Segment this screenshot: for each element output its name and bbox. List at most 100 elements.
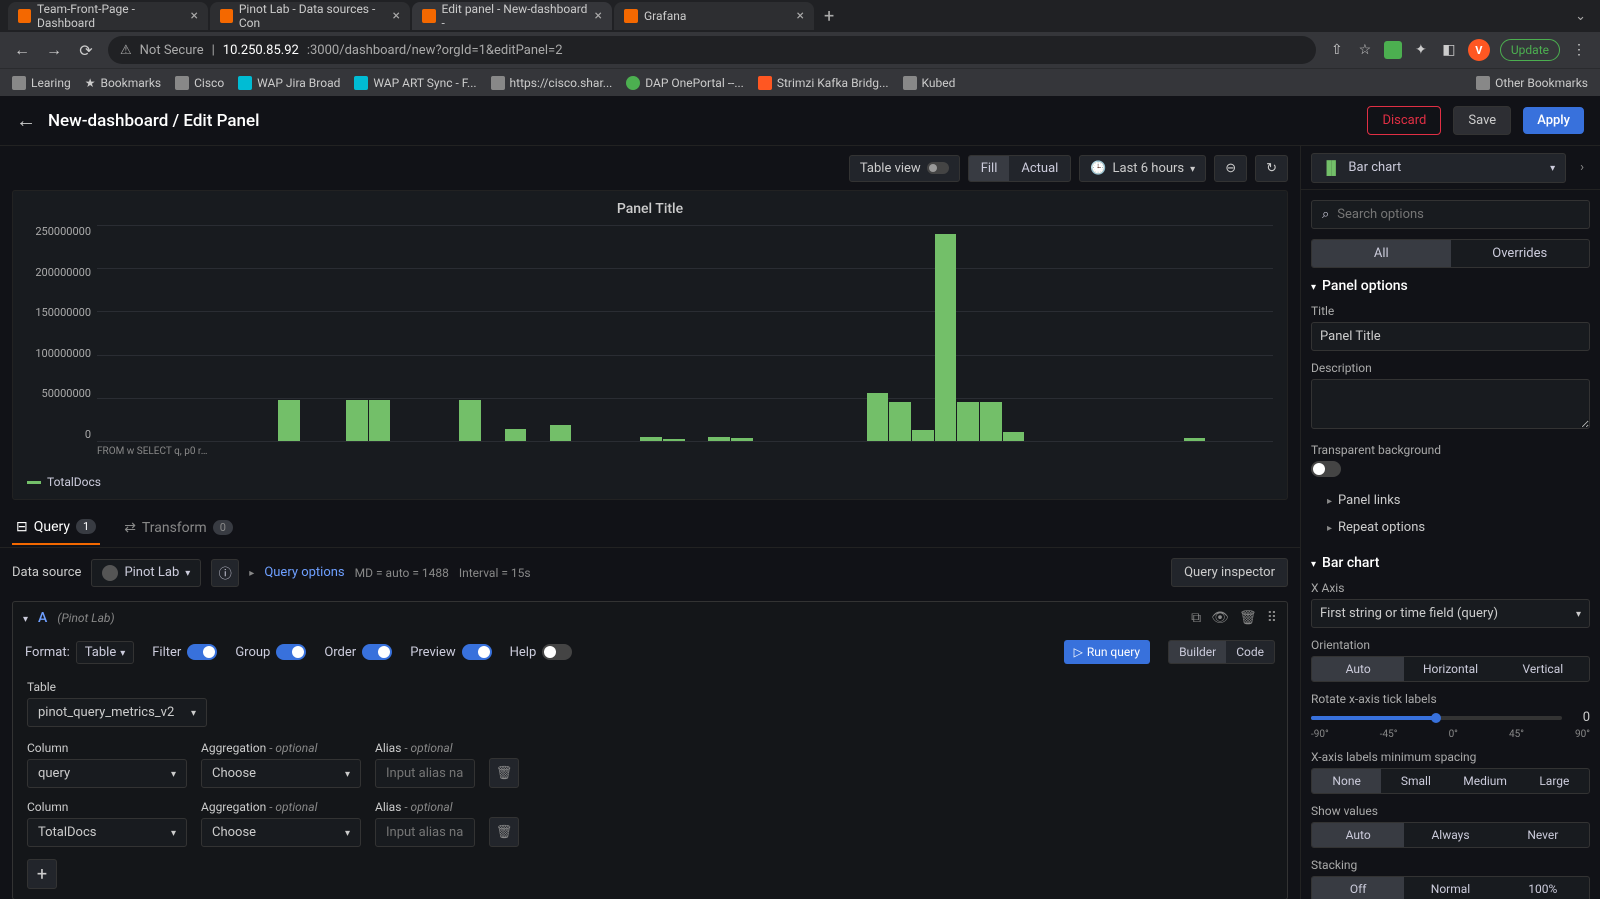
x-axis: FROM w SELECT q, p0 r…	[97, 446, 1273, 457]
panel-links-section[interactable]: Panel links	[1311, 487, 1590, 514]
aggregation-select[interactable]: Choose	[201, 759, 361, 788]
fill-actual-toggle[interactable]: FillActual	[968, 155, 1072, 182]
share-icon[interactable]: ⇧	[1328, 41, 1346, 59]
update-button[interactable]: Update	[1500, 39, 1560, 61]
run-query-button[interactable]: ▷Run query	[1064, 640, 1151, 664]
spacing-radio[interactable]: NoneSmallMediumLarge	[1311, 768, 1590, 794]
bookmark-item[interactable]: Kubed	[903, 76, 956, 90]
tab-transform[interactable]: ⇄ Transform 0	[120, 512, 237, 544]
bookmark-item[interactable]: Cisco	[175, 76, 224, 90]
delete-column-button[interactable]: 🗑	[489, 758, 519, 788]
clock-icon: 🕒	[1090, 161, 1106, 176]
close-icon[interactable]: ×	[797, 8, 804, 24]
legend-item[interactable]: TotalDocs	[27, 475, 1273, 489]
bookmark-item[interactable]: ★Bookmarks	[85, 76, 161, 90]
drag-icon[interactable]: ⠿	[1267, 610, 1277, 626]
tabs-overflow-icon[interactable]: ⌄	[1569, 9, 1592, 24]
zoom-out-button[interactable]: ⊖	[1214, 155, 1247, 182]
column-select[interactable]: query	[27, 759, 187, 788]
browser-tab[interactable]: Team-Front-Page - Dashboard×	[8, 2, 208, 30]
new-tab-button[interactable]: +	[816, 2, 842, 31]
duplicate-icon[interactable]: ⧉	[1191, 610, 1201, 626]
bookmark-bar: Learing ★Bookmarks Cisco WAP Jira Broad …	[0, 68, 1600, 96]
options-tab-switch[interactable]: All Overrides	[1311, 239, 1590, 268]
back-arrow-icon[interactable]: ←	[16, 108, 36, 133]
bookmark-item[interactable]: WAP Jira Broad	[238, 76, 340, 90]
back-button[interactable]: ←	[12, 40, 32, 60]
repeat-options-section[interactable]: Repeat options	[1311, 514, 1590, 541]
time-range-picker[interactable]: 🕒Last 6 hours	[1079, 155, 1206, 182]
bookmark-item[interactable]: https://cisco.shar...	[491, 76, 613, 90]
close-icon[interactable]: ×	[191, 8, 198, 24]
chart[interactable]: 250000000 200000000 150000000 100000000 …	[27, 225, 1273, 471]
trash-icon[interactable]: 🗑	[1239, 610, 1257, 626]
discard-button[interactable]: Discard	[1367, 106, 1441, 135]
close-icon[interactable]: ×	[393, 8, 400, 24]
puzzle-icon[interactable]: ✦	[1412, 41, 1430, 59]
delete-column-button[interactable]: 🗑	[489, 817, 519, 847]
play-icon: ▷	[1074, 645, 1083, 659]
bookmark-item[interactable]: DAP OnePortal --...	[626, 76, 744, 90]
options-search[interactable]: ⌕	[1311, 200, 1590, 229]
title-input[interactable]	[1311, 322, 1590, 351]
section-bar-chart[interactable]: Bar chart	[1311, 555, 1590, 571]
browser-tab[interactable]: Pinot Lab - Data sources - Con×	[210, 2, 410, 30]
rotate-slider[interactable]	[1311, 716, 1562, 720]
query-inspector-button[interactable]: Query inspector	[1171, 558, 1288, 587]
builder-code-toggle[interactable]: BuilderCode	[1168, 640, 1275, 664]
chevron-right-icon[interactable]: ›	[1574, 160, 1590, 175]
extension-icon[interactable]	[1384, 41, 1402, 59]
bookmark-icon[interactable]: ◧	[1440, 41, 1458, 59]
show-values-radio[interactable]: AutoAlwaysNever	[1311, 822, 1590, 848]
bookmark-item[interactable]: Strimzi Kafka Bridg...	[758, 76, 889, 90]
browser-tab[interactable]: Edit panel - New-dashboard -×	[412, 2, 612, 30]
bar-chart-icon: ▐▌	[1322, 160, 1340, 176]
star-icon[interactable]: ☆	[1356, 41, 1374, 59]
close-icon[interactable]: ×	[595, 8, 602, 24]
collapse-icon[interactable]	[23, 611, 28, 626]
alias-input[interactable]	[375, 818, 475, 847]
table-select[interactable]: pinot_query_metrics_v2	[27, 698, 207, 727]
tab-query[interactable]: ⊟ Query 1	[12, 511, 100, 545]
bookmark-item[interactable]: Learing	[12, 76, 71, 90]
help-toggle[interactable]	[542, 644, 572, 660]
add-column-button[interactable]: +	[27, 859, 57, 889]
avatar[interactable]: V	[1468, 39, 1490, 61]
group-toggle[interactable]	[276, 644, 306, 660]
table-view-toggle[interactable]: Table view	[849, 155, 960, 182]
other-bookmarks[interactable]: Other Bookmarks	[1476, 76, 1588, 90]
query-ref-id[interactable]: A	[38, 610, 47, 626]
browser-tab[interactable]: Grafana×	[614, 2, 814, 30]
description-input[interactable]	[1311, 379, 1590, 429]
datasource-picker[interactable]: Pinot Lab	[91, 559, 201, 587]
bookmark-item[interactable]: WAP ART Sync - F...	[354, 76, 476, 90]
alias-input[interactable]	[375, 759, 475, 788]
menu-icon[interactable]: ⋮	[1570, 41, 1588, 59]
format-select[interactable]: Table	[76, 641, 135, 664]
aggregation-select[interactable]: Choose	[201, 818, 361, 847]
preview-toggle[interactable]	[462, 644, 492, 660]
transparent-toggle[interactable]	[1311, 461, 1341, 477]
order-toggle[interactable]	[362, 644, 392, 660]
panel-toolbar: Table view FillActual 🕒Last 6 hours ⊖ ↻	[0, 146, 1300, 190]
search-input[interactable]	[1337, 207, 1579, 222]
xaxis-select[interactable]: First string or time field (query)	[1311, 599, 1590, 628]
stacking-radio[interactable]: OffNormal100%	[1311, 876, 1590, 899]
save-button[interactable]: Save	[1453, 106, 1511, 135]
section-panel-options[interactable]: Panel options	[1311, 278, 1590, 294]
panel-title: Panel Title	[27, 201, 1273, 217]
column-select[interactable]: TotalDocs	[27, 818, 187, 847]
refresh-button[interactable]: ↻	[1255, 155, 1288, 182]
orientation-radio[interactable]: AutoHorizontalVertical	[1311, 656, 1590, 682]
forward-button[interactable]: →	[44, 40, 64, 60]
query-options-toggle[interactable]: Query options	[264, 565, 344, 580]
breadcrumb: New-dashboard / Edit Panel	[48, 111, 259, 131]
chevron-right-icon[interactable]	[249, 565, 254, 580]
datasource-help-button[interactable]: ⓘ	[211, 559, 239, 587]
visualization-picker[interactable]: ▐▌ Bar chart	[1311, 153, 1566, 183]
reload-button[interactable]: ⟳	[76, 41, 96, 60]
filter-toggle[interactable]	[187, 644, 217, 660]
apply-button[interactable]: Apply	[1523, 107, 1584, 134]
eye-icon[interactable]: 👁	[1211, 610, 1229, 626]
url-bar[interactable]: ⚠ Not Secure | 10.250.85.92:3000/dashboa…	[108, 36, 1316, 64]
